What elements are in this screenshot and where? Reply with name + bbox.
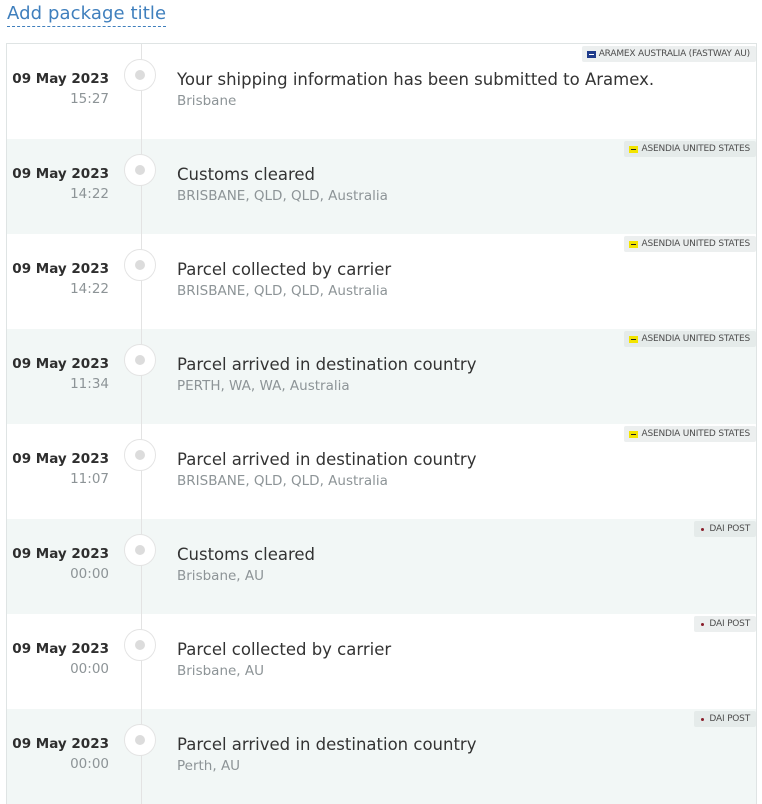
event-time: 00:00 bbox=[70, 661, 109, 677]
timeline-dot-icon bbox=[124, 249, 156, 281]
timeline-event: 09 May 2023 11:34 Parcel arrived in dest… bbox=[7, 329, 756, 424]
timeline-dot-icon bbox=[124, 439, 156, 471]
event-status: Customs cleared bbox=[177, 545, 316, 564]
event-time: 15:27 bbox=[70, 91, 109, 107]
event-time: 14:22 bbox=[70, 281, 109, 297]
event-location: BRISBANE, QLD, QLD, Australia bbox=[177, 188, 388, 204]
carrier-name: ASENDIA UNITED STATES bbox=[641, 239, 750, 249]
event-time: 14:22 bbox=[70, 186, 109, 202]
carrier-badge: ASENDIA UNITED STATES bbox=[624, 426, 756, 442]
carrier-badge: DAI POST bbox=[694, 616, 756, 632]
event-location: Brisbane, AU bbox=[177, 663, 264, 679]
event-status: Customs cleared bbox=[177, 165, 316, 184]
event-date: 09 May 2023 bbox=[12, 166, 109, 182]
timeline-dot-icon bbox=[124, 344, 156, 376]
carrier-name: ARAMEX AUSTRALIA (FASTWAY AU) bbox=[598, 49, 750, 59]
event-date: 09 May 2023 bbox=[12, 261, 109, 277]
timeline-event: 09 May 2023 00:00 Customs cleared Brisba… bbox=[7, 519, 756, 614]
carrier-name: DAI POST bbox=[709, 619, 750, 629]
carrier-name: DAI POST bbox=[709, 524, 750, 534]
asendia-flag-icon bbox=[629, 240, 639, 248]
timeline-dot-icon bbox=[124, 154, 156, 186]
event-status: Parcel collected by carrier bbox=[177, 260, 392, 279]
timeline-event: 09 May 2023 00:00 Parcel arrived in dest… bbox=[7, 709, 756, 804]
asendia-flag-icon bbox=[629, 335, 639, 343]
carrier-badge: ASENDIA UNITED STATES bbox=[624, 236, 756, 252]
event-location: Brisbane, AU bbox=[177, 568, 264, 584]
event-status: Parcel arrived in destination country bbox=[177, 735, 477, 754]
add-package-title-link[interactable]: Add package title bbox=[7, 3, 167, 27]
timeline-dot-icon bbox=[124, 534, 156, 566]
event-status: Parcel collected by carrier bbox=[177, 640, 392, 659]
event-date: 09 May 2023 bbox=[12, 641, 109, 657]
event-location: BRISBANE, QLD, QLD, Australia bbox=[177, 283, 388, 299]
dai-flag-icon bbox=[701, 717, 705, 721]
carrier-name: ASENDIA UNITED STATES bbox=[641, 334, 750, 344]
event-time: 11:07 bbox=[70, 471, 109, 487]
event-date: 09 May 2023 bbox=[12, 546, 109, 562]
carrier-name: ASENDIA UNITED STATES bbox=[641, 429, 750, 439]
timeline-event: 09 May 2023 14:22 Customs cleared BRISBA… bbox=[7, 139, 756, 234]
event-status: Parcel arrived in destination country bbox=[177, 355, 477, 374]
timeline-event: 09 May 2023 14:22 Parcel collected by ca… bbox=[7, 234, 756, 329]
timeline-event: 09 May 2023 15:27 Your shipping informat… bbox=[7, 44, 756, 139]
event-location: Perth, AU bbox=[177, 758, 241, 774]
asendia-flag-icon bbox=[629, 430, 639, 438]
carrier-badge: ASENDIA UNITED STATES bbox=[624, 331, 756, 347]
aramex-flag-icon bbox=[586, 50, 596, 58]
event-location: Brisbane bbox=[177, 93, 237, 109]
carrier-badge: DAI POST bbox=[694, 711, 756, 727]
carrier-badge: DAI POST bbox=[694, 521, 756, 537]
event-date: 09 May 2023 bbox=[12, 451, 109, 467]
tracking-timeline: 09 May 2023 15:27 Your shipping informat… bbox=[6, 43, 757, 804]
event-time: 00:00 bbox=[70, 566, 109, 582]
asendia-flag-icon bbox=[629, 145, 639, 153]
timeline-dot-icon bbox=[124, 629, 156, 661]
timeline-event: 09 May 2023 11:07 Parcel arrived in dest… bbox=[7, 424, 756, 519]
carrier-name: DAI POST bbox=[709, 714, 750, 724]
timeline-dot-icon bbox=[124, 724, 156, 756]
dai-flag-icon bbox=[701, 527, 705, 531]
event-date: 09 May 2023 bbox=[12, 736, 109, 752]
dai-flag-icon bbox=[701, 622, 705, 626]
event-status: Your shipping information has been submi… bbox=[177, 70, 655, 89]
event-location: BRISBANE, QLD, QLD, Australia bbox=[177, 473, 388, 489]
timeline-dot-icon bbox=[124, 59, 156, 91]
event-date: 09 May 2023 bbox=[12, 356, 109, 372]
event-time: 00:00 bbox=[70, 756, 109, 772]
carrier-badge: ASENDIA UNITED STATES bbox=[624, 141, 756, 157]
timeline-event: 09 May 2023 00:00 Parcel collected by ca… bbox=[7, 614, 756, 709]
carrier-badge: ARAMEX AUSTRALIA (FASTWAY AU) bbox=[581, 46, 756, 62]
event-date: 09 May 2023 bbox=[12, 71, 109, 87]
carrier-name: ASENDIA UNITED STATES bbox=[641, 144, 750, 154]
event-time: 11:34 bbox=[70, 376, 109, 392]
event-status: Parcel arrived in destination country bbox=[177, 450, 477, 469]
event-location: PERTH, WA, WA, Australia bbox=[177, 378, 350, 394]
